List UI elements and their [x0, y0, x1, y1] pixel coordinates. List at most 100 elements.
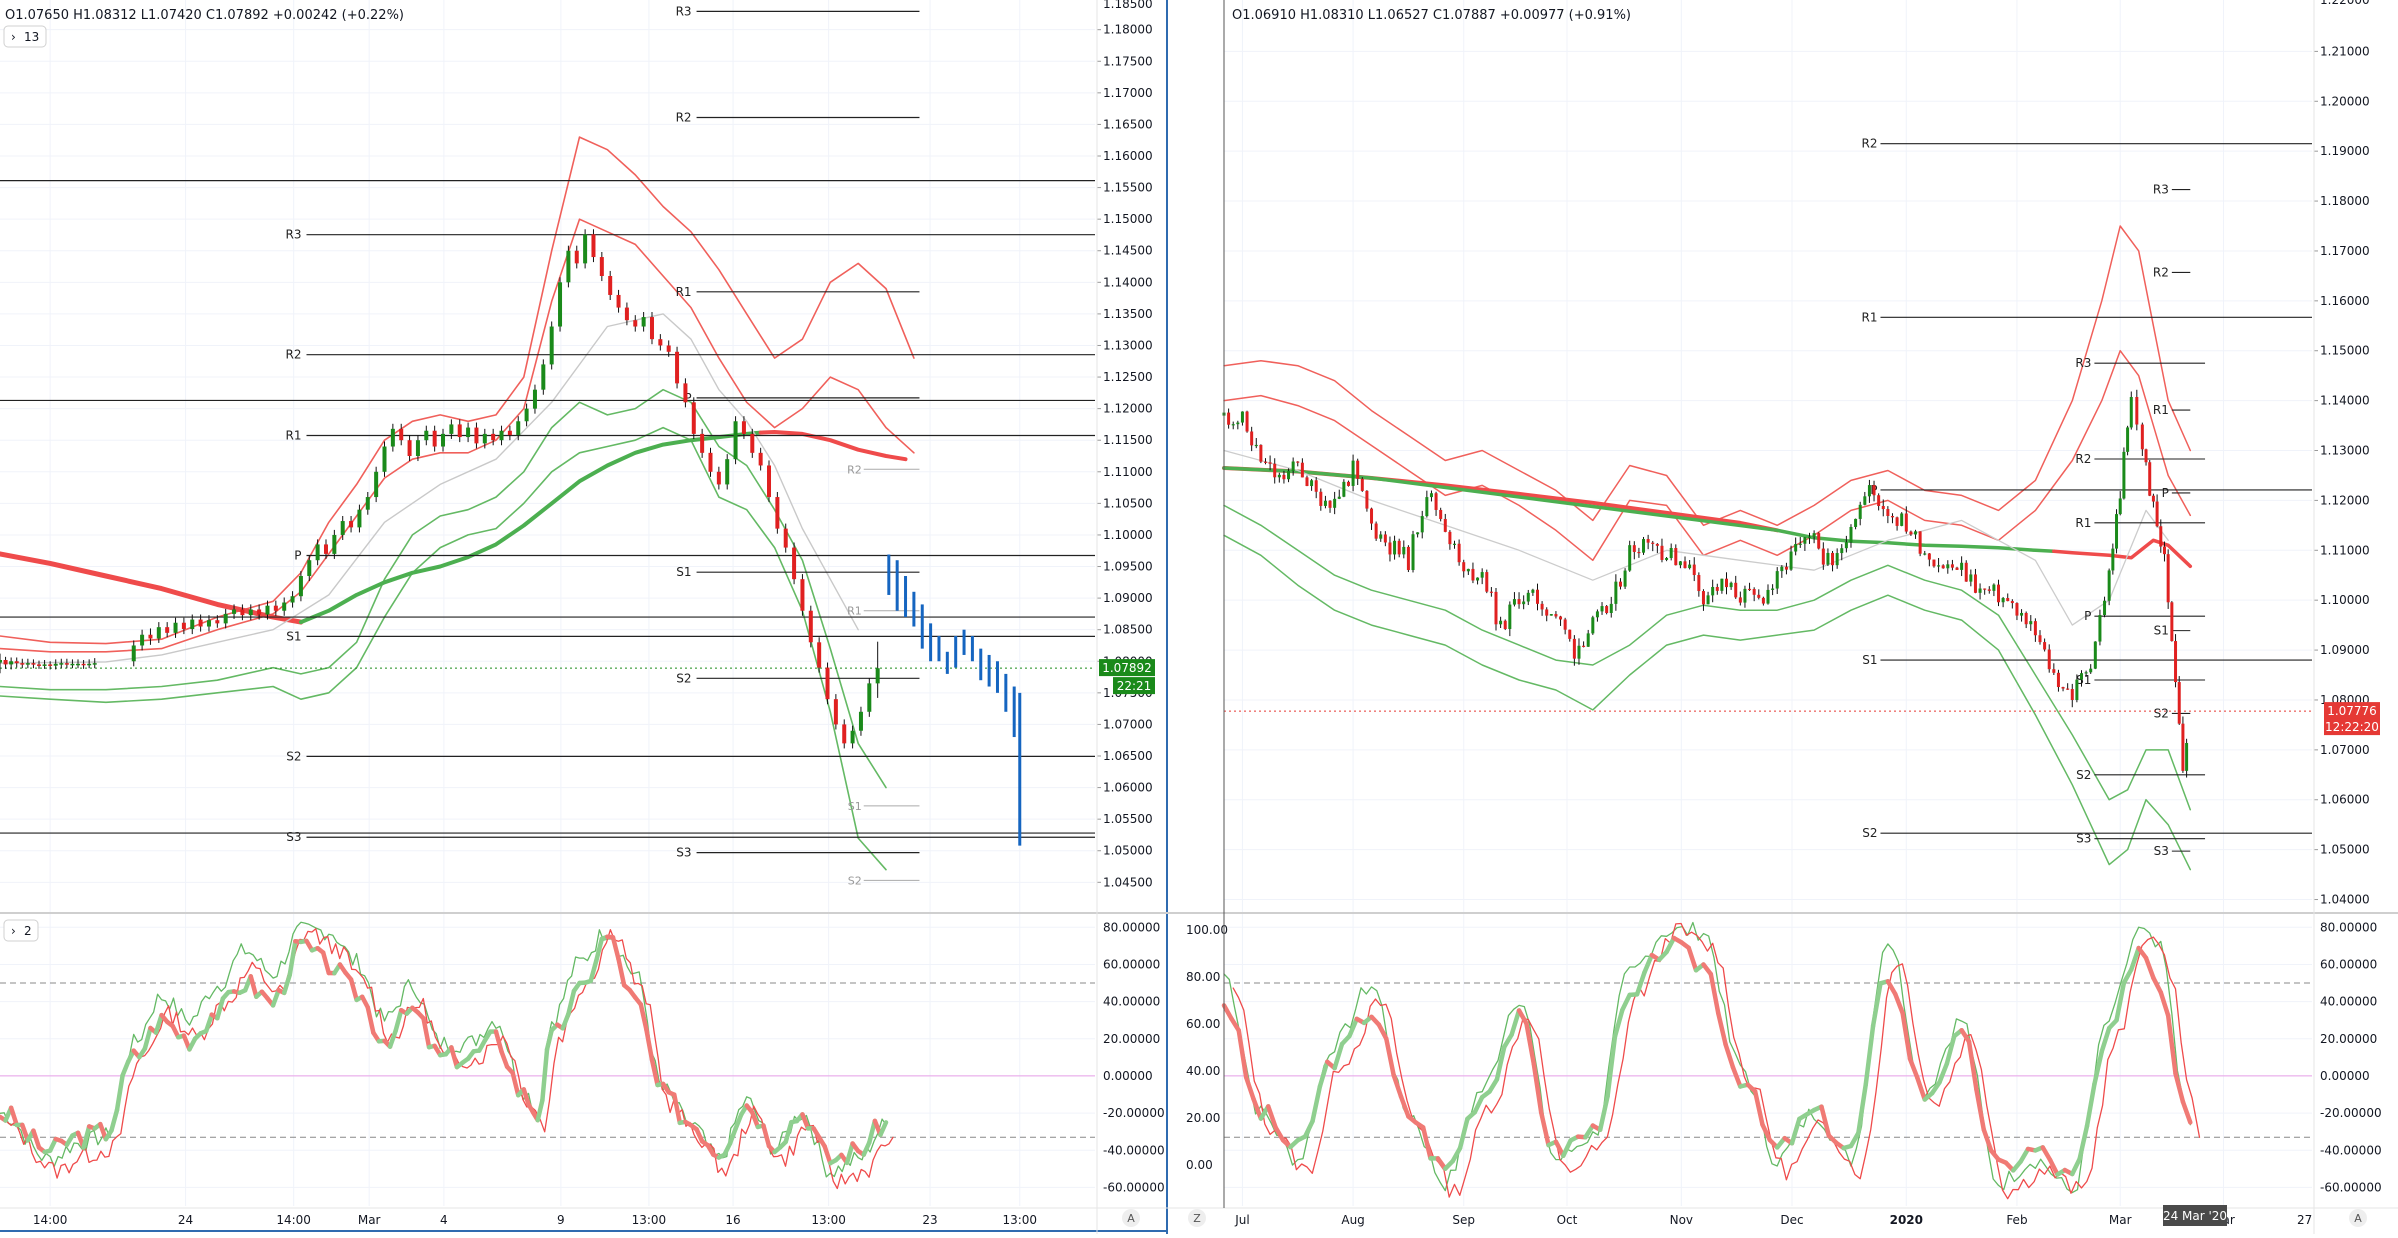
candle-body [1619, 582, 1622, 587]
x-tick-label: 27 [2297, 1213, 2312, 1227]
y-tick-label: 1.10000 [1103, 528, 1153, 542]
candle-body [1412, 534, 1415, 570]
candle-body [265, 606, 269, 615]
candle-body [742, 421, 746, 434]
candle-body [357, 510, 361, 528]
candle-body [1269, 462, 1272, 463]
candle-body [1960, 563, 1963, 570]
left-auto-scale-button[interactable]: A [1122, 1209, 1140, 1227]
osc-left-tick-label: 0.00 [1186, 1158, 1213, 1172]
osc-y-tick-label: 0.00000 [2320, 1069, 2370, 1083]
right-ohlc-legend: O1.06910 H1.08310 L1.06527 C1.07887 +0.0… [1232, 8, 1631, 23]
pivot-label: R1 [286, 429, 302, 443]
candle-body [1725, 579, 1728, 587]
candle-body [1849, 527, 1852, 542]
y-tick-label: 1.05500 [1103, 812, 1153, 826]
x-tick-label: Dec [1780, 1213, 1803, 1227]
candle-body [583, 234, 587, 263]
y-tick-label: 1.04500 [1103, 875, 1153, 889]
y-tick-label: 1.16000 [2320, 294, 2370, 308]
candle-body [1435, 493, 1438, 510]
left-osc-indicator-toggle[interactable]: › 2 [4, 920, 38, 941]
candle-body [600, 257, 604, 276]
candle-body [1329, 501, 1332, 508]
candle-body [1665, 558, 1668, 560]
candle-body [1919, 531, 1922, 553]
right-auto-scale-button[interactable]: A [2349, 1209, 2367, 1227]
candle-body [2075, 680, 2078, 700]
candle-body [87, 664, 91, 666]
candle-body [1956, 568, 1959, 570]
right-zoom-button[interactable]: Z [1188, 1209, 1206, 1227]
pivot-label-faded: R2 [847, 463, 862, 476]
candle-body [1905, 513, 1908, 531]
candle-body [1425, 497, 1428, 516]
osc-y-tick-label: -40.00000 [1103, 1143, 1165, 1157]
candle-body [1688, 565, 1691, 568]
candle-body [199, 620, 203, 627]
candle-body [1259, 445, 1262, 462]
candle-body [148, 635, 152, 639]
y-tick-label: 1.09000 [1103, 591, 1153, 605]
crosshair-date-label: 24 Mar '20 [2163, 1209, 2227, 1223]
candle-body [1863, 496, 1866, 505]
candle-body [1757, 595, 1760, 598]
candle-body [1453, 544, 1456, 545]
candle-body [65, 663, 69, 665]
candle-body [734, 421, 738, 459]
candle-body [1886, 509, 1889, 516]
chevron-right-icon: › [11, 924, 16, 938]
candle-body [2163, 547, 2166, 555]
candle-body [2167, 554, 2170, 602]
candle-body [775, 497, 779, 529]
candle-body [508, 431, 512, 435]
y-tick-label: 1.16000 [1103, 149, 1153, 163]
candle-body [2159, 526, 2162, 546]
candle-body [1707, 595, 1710, 604]
candle-body [1767, 590, 1770, 604]
candle-body [1467, 569, 1470, 571]
candle-body [1587, 633, 1590, 646]
candle-body [1315, 480, 1318, 491]
pivot-label: S1 [676, 565, 691, 579]
candle-body [15, 661, 19, 663]
candle-body [1647, 539, 1650, 543]
pivot-label: S3 [2076, 832, 2091, 846]
candle-body [1347, 482, 1350, 486]
candle-body [391, 429, 395, 447]
candle-body [1753, 589, 1756, 595]
candle-body [2020, 613, 2023, 616]
candle-body [1605, 606, 1608, 613]
candle-body [2141, 425, 2144, 450]
candle-body [667, 345, 671, 351]
candle-body [826, 668, 830, 700]
candle-body [1278, 475, 1281, 477]
candle-body [249, 609, 253, 615]
y-tick-label: 1.13000 [1103, 338, 1153, 352]
candle-body [2115, 514, 2118, 549]
candle-body [466, 428, 470, 437]
candle-body [1988, 589, 1991, 590]
candle-body [1840, 548, 1843, 553]
candle-body [257, 609, 261, 614]
osc-y-tick-label: 20.00000 [1103, 1032, 1160, 1046]
y-tick-label: 1.20000 [2320, 94, 2370, 108]
candle-body [383, 447, 387, 472]
candle-body [282, 603, 286, 611]
y-tick-label: 1.11500 [1103, 433, 1153, 447]
y-tick-label: 1.10500 [1103, 496, 1153, 510]
pivot-label: S1 [1862, 653, 1877, 667]
candle-body [1499, 621, 1502, 625]
candle-body [876, 668, 880, 683]
candle-body [1845, 542, 1848, 548]
candle-body [132, 645, 136, 661]
candle-body [1564, 619, 1567, 629]
candle-body [441, 434, 445, 447]
candle-body [1716, 587, 1719, 591]
chart-canvas[interactable]: R3R2R1PS1S2S3R3R2R1PS1S2S3R2R1S1S2R2R1PS… [0, 0, 2398, 1234]
y-tick-label: 1.15000 [1103, 212, 1153, 226]
candle-body [1577, 646, 1580, 659]
left-indicator-toggle[interactable]: › 13 [4, 26, 46, 47]
pivot-label: P [294, 549, 301, 563]
candle-body [1942, 565, 1945, 568]
